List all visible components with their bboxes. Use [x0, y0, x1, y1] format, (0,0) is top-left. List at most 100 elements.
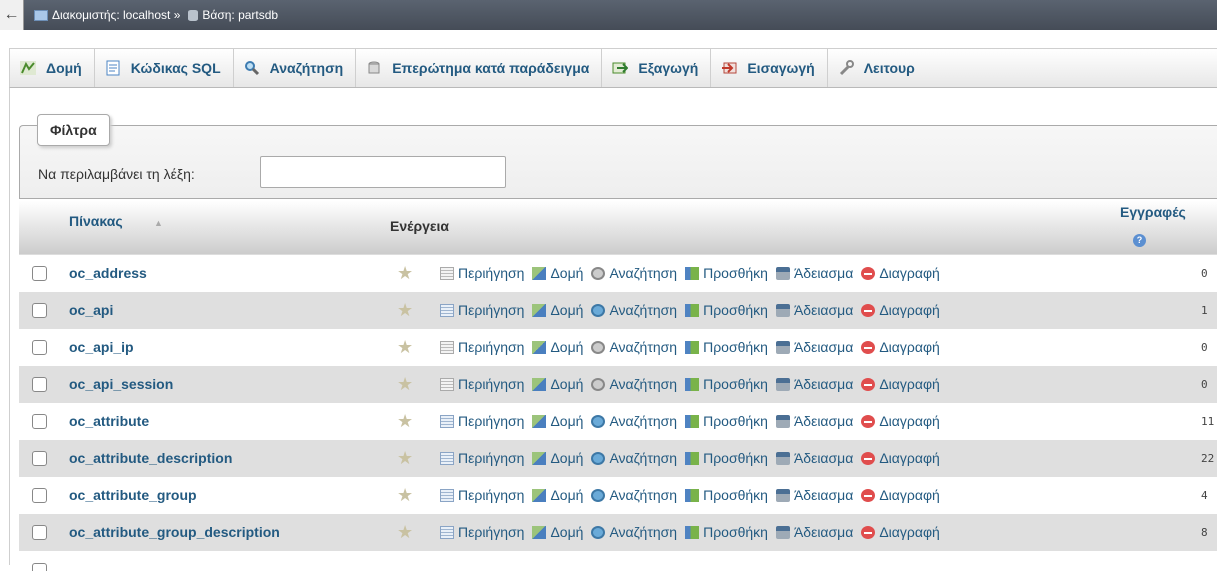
tab-search[interactable]: Αναζήτηση: [234, 49, 357, 87]
browse-action[interactable]: Περιήγηση: [440, 413, 524, 429]
favorite-star-icon[interactable]: ★: [397, 300, 413, 321]
empty-action[interactable]: Άδειασμα: [775, 339, 853, 355]
table-name-link[interactable]: oc_attribute_group_description: [69, 524, 280, 540]
table-name-link[interactable]: oc_api_session: [69, 376, 173, 392]
drop-action[interactable]: Διαγραφή: [861, 450, 940, 466]
structure-action[interactable]: Δομή: [532, 302, 583, 318]
favorite-star-icon[interactable]: ★: [397, 522, 413, 543]
help-icon[interactable]: ?: [1133, 234, 1146, 247]
empty-label: Άδειασμα: [793, 524, 854, 540]
breadcrumb-server[interactable]: Διακομιστής: localhost »: [52, 8, 180, 22]
drop-action[interactable]: Διαγραφή: [861, 302, 940, 318]
empty-action[interactable]: Άδειασμα: [775, 265, 853, 281]
drop-action[interactable]: Διαγραφή: [861, 524, 940, 540]
drop-label: Διαγραφή: [879, 376, 940, 392]
table-name-link[interactable]: oc_api: [69, 302, 113, 318]
tab-query[interactable]: Επερώτημα κατά παράδειγμα: [356, 49, 603, 87]
row-checkbox[interactable]: [32, 303, 47, 318]
search-action[interactable]: Αναζήτηση: [591, 450, 677, 466]
row-checkbox[interactable]: [32, 563, 47, 571]
drop-action[interactable]: Διαγραφή: [861, 376, 940, 392]
table-name-link[interactable]: oc_attribute: [69, 413, 149, 429]
filters-box: Φίλτρα Να περιλαμβάνει τη λέξη:: [19, 114, 1217, 199]
browse-action[interactable]: Περιήγηση: [440, 339, 524, 355]
table-name-link[interactable]: oc_address: [69, 265, 147, 281]
structure-action[interactable]: Δομή: [532, 339, 583, 355]
search-action[interactable]: Αναζήτηση: [591, 413, 677, 429]
favorite-star-icon[interactable]: ★: [397, 374, 413, 395]
search-label: Αναζήτηση: [609, 450, 678, 466]
drop-action[interactable]: Διαγραφή: [861, 413, 940, 429]
search-action[interactable]: Αναζήτηση: [591, 376, 677, 392]
tab-import[interactable]: Εισαγωγή: [711, 49, 828, 87]
insert-action[interactable]: Προσθήκη: [685, 450, 768, 466]
favorite-star-icon[interactable]: ★: [397, 448, 413, 469]
empty-action[interactable]: Άδειασμα: [775, 413, 853, 429]
search-action[interactable]: Αναζήτηση: [591, 487, 677, 503]
insert-action[interactable]: Προσθήκη: [685, 524, 768, 540]
insert-action[interactable]: Προσθήκη: [685, 265, 768, 281]
search-action[interactable]: Αναζήτηση: [591, 265, 677, 281]
records-count: 0: [1201, 267, 1208, 280]
search-action[interactable]: Αναζήτηση: [591, 339, 677, 355]
breadcrumb-database[interactable]: Βάση: partsdb: [202, 8, 278, 22]
search-action[interactable]: Αναζήτηση: [591, 524, 677, 540]
tab-sql[interactable]: Κώδικας SQL: [95, 49, 234, 87]
sort-asc-icon[interactable]: ▲: [154, 218, 163, 228]
filter-input[interactable]: [260, 156, 506, 188]
tab-operations[interactable]: Λειτουρ: [828, 49, 927, 87]
favorite-star-icon[interactable]: ★: [397, 485, 413, 506]
row-checkbox[interactable]: [32, 340, 47, 355]
records-count: 22: [1201, 452, 1215, 465]
browse-action[interactable]: Περιήγηση: [440, 302, 524, 318]
row-checkbox[interactable]: [32, 488, 47, 503]
structure-action[interactable]: Δομή: [532, 376, 583, 392]
drop-action[interactable]: Διαγραφή: [861, 487, 940, 503]
drop-action[interactable]: Διαγραφή: [861, 265, 940, 281]
browse-action[interactable]: Περιήγηση: [440, 450, 524, 466]
structure-icon: [532, 488, 547, 502]
row-checkbox[interactable]: [32, 414, 47, 429]
favorite-star-icon[interactable]: ★: [397, 411, 413, 432]
browse-action[interactable]: Περιήγηση: [440, 376, 524, 392]
empty-action[interactable]: Άδειασμα: [775, 487, 853, 503]
back-arrow-icon[interactable]: ←: [0, 0, 24, 30]
row-checkbox[interactable]: [32, 525, 47, 540]
browse-action[interactable]: Περιήγηση: [440, 265, 524, 281]
insert-icon: [685, 488, 700, 502]
drop-icon: [861, 377, 876, 391]
table-name-link[interactable]: oc_attribute_group: [69, 487, 197, 503]
search-action[interactable]: Αναζήτηση: [591, 302, 677, 318]
structure-icon: [532, 377, 547, 391]
structure-action[interactable]: Δομή: [532, 265, 583, 281]
col-header-records[interactable]: Εγγραφές: [1120, 204, 1186, 220]
tab-structure[interactable]: Δομή: [10, 49, 95, 87]
insert-action[interactable]: Προσθήκη: [685, 302, 768, 318]
empty-action[interactable]: Άδειασμα: [775, 376, 853, 392]
tab-export[interactable]: Εξαγωγή: [602, 49, 712, 87]
insert-action[interactable]: Προσθήκη: [685, 376, 768, 392]
structure-action[interactable]: Δομή: [532, 413, 583, 429]
table-name-link[interactable]: oc_api_ip: [69, 339, 134, 355]
row-checkbox[interactable]: [32, 266, 47, 281]
empty-action[interactable]: Άδειασμα: [775, 524, 854, 540]
empty-action[interactable]: Άδειασμα: [775, 302, 853, 318]
empty-action[interactable]: Άδειασμα: [775, 450, 853, 466]
browse-action[interactable]: Περιήγηση: [440, 487, 524, 503]
row-checkbox[interactable]: [32, 377, 47, 392]
row-checkbox[interactable]: [32, 451, 47, 466]
insert-action[interactable]: Προσθήκη: [685, 487, 768, 503]
table-name-link[interactable]: oc_attribute_description: [69, 450, 232, 466]
browse-action[interactable]: Περιήγηση: [440, 524, 524, 540]
insert-label: Προσθήκη: [703, 450, 768, 466]
drop-action[interactable]: Διαγραφή: [861, 339, 940, 355]
structure-action[interactable]: Δομή: [532, 450, 583, 466]
structure-action[interactable]: Δομή: [532, 524, 583, 540]
favorite-star-icon[interactable]: ★: [397, 337, 413, 358]
insert-action[interactable]: Προσθήκη: [685, 413, 768, 429]
insert-action[interactable]: Προσθήκη: [685, 339, 768, 355]
favorite-star-icon[interactable]: ★: [397, 263, 413, 284]
structure-action[interactable]: Δομή: [532, 487, 583, 503]
col-header-table[interactable]: Πίνακας: [69, 213, 123, 229]
search-icon: [591, 303, 606, 317]
